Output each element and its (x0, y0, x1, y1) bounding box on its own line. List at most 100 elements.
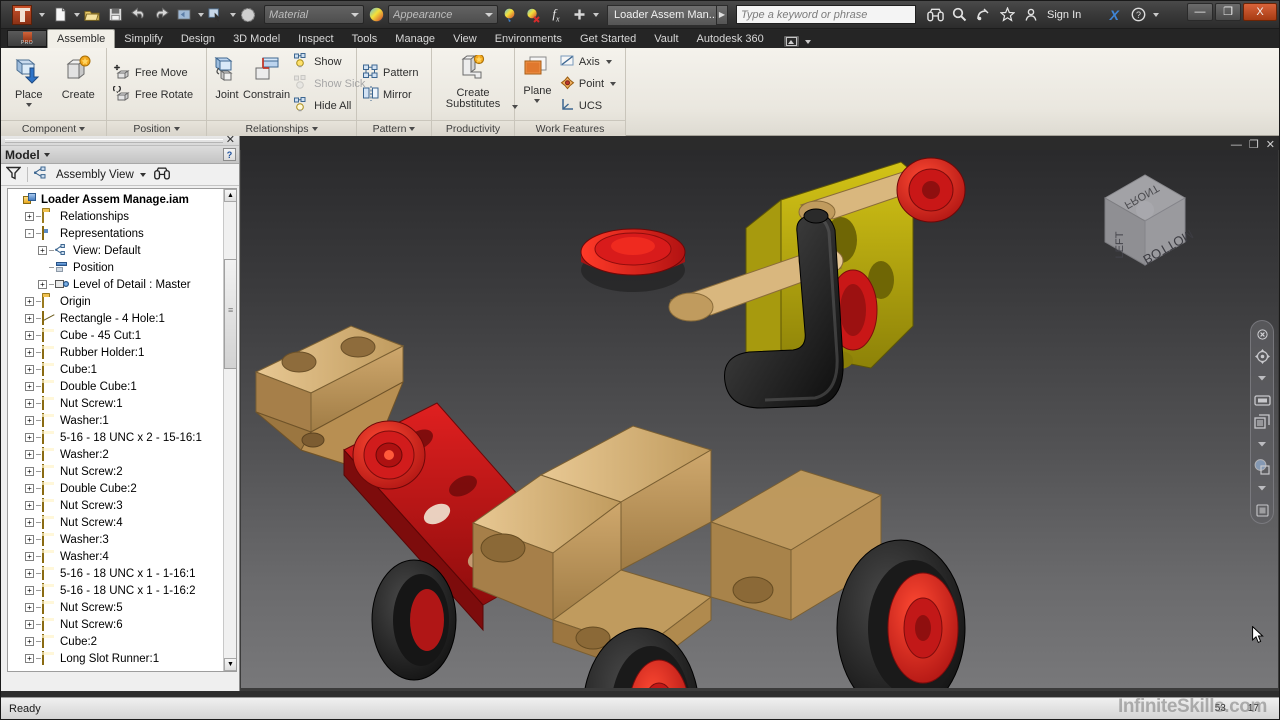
tree-node[interactable]: + View: Default (10, 242, 222, 259)
joint-button[interactable]: Joint (211, 51, 243, 101)
tree-node[interactable]: + Nut Screw:6 (10, 616, 222, 633)
tree-node[interactable]: Loader Assem Manage.iam (10, 191, 222, 208)
tree-node[interactable]: + Cube:2 (10, 633, 222, 650)
tree-expand-icon[interactable]: + (25, 484, 34, 493)
tree-node[interactable]: + Washer:1 (10, 412, 222, 429)
person-icon[interactable] (1020, 4, 1042, 26)
satellite-dish-icon[interactable] (972, 4, 994, 26)
appearance-selector[interactable]: Appearance (388, 5, 498, 24)
document-tab-chevron-right-icon[interactable]: ▶ (717, 4, 728, 25)
pattern-button[interactable]: Pattern (361, 62, 423, 84)
plane-chevron-down-icon[interactable] (534, 99, 541, 103)
pattern-panel-chevron-down-icon[interactable] (409, 126, 416, 131)
free-rotate-button[interactable]: Free Rotate (111, 84, 198, 106)
tree-expand-icon[interactable]: + (25, 433, 34, 442)
screencast-chevron-down-icon[interactable] (805, 39, 811, 44)
point-chevron-down-icon[interactable] (610, 82, 616, 86)
tab-assemble[interactable]: Assemble (47, 29, 116, 48)
tree-expand-icon[interactable]: + (25, 314, 34, 323)
tree-node[interactable]: +5-16 - 18 UNC x 1 - 1-16:2 (10, 582, 222, 599)
update-icon[interactable] (173, 4, 195, 26)
constrain-button[interactable]: Constrain (243, 51, 290, 101)
tree-node[interactable]: + Washer:4 (10, 548, 222, 565)
tab-3d-model[interactable]: 3D Model (224, 30, 289, 48)
tree-node[interactable]: + Rectangle - 4 Hole:1 (10, 310, 222, 327)
tree-expand-icon[interactable]: + (25, 637, 34, 646)
place-component-button[interactable]: Place (5, 51, 53, 107)
tree-node[interactable]: + Cube:1 (10, 361, 222, 378)
tree-node[interactable]: + Nut Screw:1 (10, 395, 222, 412)
tree-expand-icon[interactable]: + (25, 297, 34, 306)
material-chevron-down-icon[interactable] (351, 12, 359, 17)
tab-tools[interactable]: Tools (343, 30, 387, 48)
panel-title-pattern[interactable]: Pattern (357, 120, 431, 136)
tree-node[interactable]: + Double Cube:2 (10, 480, 222, 497)
update-chevron-down-icon[interactable] (198, 12, 204, 17)
save-disk-icon[interactable] (104, 4, 126, 26)
tree-expand-icon[interactable]: + (25, 365, 34, 374)
binoculars-icon[interactable] (924, 4, 946, 26)
help-chevron-down-icon[interactable] (1153, 12, 1160, 17)
tab-autodesk-360[interactable]: Autodesk 360 (688, 30, 773, 48)
tree-expand-icon[interactable]: + (25, 467, 34, 476)
close-small-icon[interactable] (1253, 325, 1271, 343)
restore-button[interactable]: ❐ (1215, 3, 1241, 21)
ucs-button[interactable]: UCS (558, 95, 621, 117)
question-mark-icon[interactable]: ? (1127, 4, 1149, 26)
place-chevron-down-icon[interactable] (25, 103, 32, 107)
tree-expand-icon[interactable]: + (25, 535, 34, 544)
tree-expand-icon[interactable]: + (25, 603, 34, 612)
tree-node[interactable]: + Nut Screw:3 (10, 497, 222, 514)
filter-funnel-icon[interactable] (5, 166, 22, 183)
tree-expand-icon[interactable]: + (25, 382, 34, 391)
tree-scroll-up-arrow[interactable]: ▲ (224, 189, 236, 202)
tree-expand-icon[interactable]: + (38, 280, 47, 289)
select-icon[interactable] (205, 4, 227, 26)
screencast-icon[interactable] (783, 35, 800, 48)
look-at-icon[interactable] (1253, 501, 1271, 519)
appearance-paint-icon[interactable] (499, 4, 521, 26)
browser-drag-handle[interactable]: ✕ (1, 135, 239, 146)
tree-node[interactable]: + Nut Screw:4 (10, 514, 222, 531)
select-chevron-down-icon[interactable] (230, 12, 236, 17)
tree-expand-icon[interactable]: + (25, 348, 34, 357)
tree-node[interactable]: + Cube - 45 Cut:1 (10, 327, 222, 344)
browser-help-badge[interactable]: ? (223, 148, 236, 161)
fx-parameters-icon[interactable]: fx (545, 4, 567, 26)
tree-expand-icon[interactable]: + (25, 569, 34, 578)
tab-view[interactable]: View (444, 30, 486, 48)
appearance-sphere-icon[interactable] (365, 4, 387, 26)
document-tab[interactable]: Loader Assem Man... (607, 4, 717, 25)
orbit-icon[interactable] (1253, 457, 1271, 475)
tree-node[interactable]: + Nut Screw:5 (10, 599, 222, 616)
component-panel-chevron-down-icon[interactable] (79, 126, 86, 131)
tab-environments[interactable]: Environments (486, 30, 571, 48)
tree-node[interactable]: +5-16 - 18 UNC x 2 - 15-16:1 (10, 429, 222, 446)
point-button[interactable]: Point (558, 73, 621, 95)
pan-hand-icon[interactable] (1253, 391, 1271, 409)
tree-expand-icon[interactable]: + (25, 620, 34, 629)
view-cube[interactable]: FRONT LEFT BOTTOM (1090, 165, 1200, 275)
star-icon[interactable] (996, 4, 1018, 26)
assembly-view-label[interactable]: Assembly View (56, 169, 134, 181)
close-button[interactable]: X (1243, 3, 1277, 21)
browser-close-x-icon[interactable]: ✕ (226, 135, 235, 146)
tree-expand-icon[interactable]: + (25, 399, 34, 408)
tree-scroll-down-arrow[interactable]: ▼ (224, 658, 236, 671)
tree-expand-icon[interactable]: + (25, 501, 34, 510)
tree-node[interactable]: + Origin (10, 293, 222, 310)
undo-arrow-icon[interactable] (127, 4, 149, 26)
tree-node[interactable]: Position (10, 259, 222, 276)
application-menu-chevron-down-icon[interactable] (39, 12, 45, 17)
tree-node[interactable]: + Washer:2 (10, 446, 222, 463)
tree-node[interactable]: + Double Cube:1 (10, 378, 222, 395)
autodesk-exchange-x-icon[interactable]: X (1103, 4, 1125, 26)
plus-icon[interactable] (568, 4, 590, 26)
3d-viewport[interactable]: FRONT LEFT BOTTOM (241, 150, 1278, 688)
tree-expand-icon[interactable]: + (25, 331, 34, 340)
tree-scrollbar[interactable]: ▲ ▼ (223, 189, 236, 671)
tree-expand-icon[interactable]: + (25, 586, 34, 595)
tree-node[interactable]: + Level of Detail : Master (10, 276, 222, 293)
tab-design[interactable]: Design (172, 30, 224, 48)
create-component-button[interactable]: Create (55, 51, 103, 101)
